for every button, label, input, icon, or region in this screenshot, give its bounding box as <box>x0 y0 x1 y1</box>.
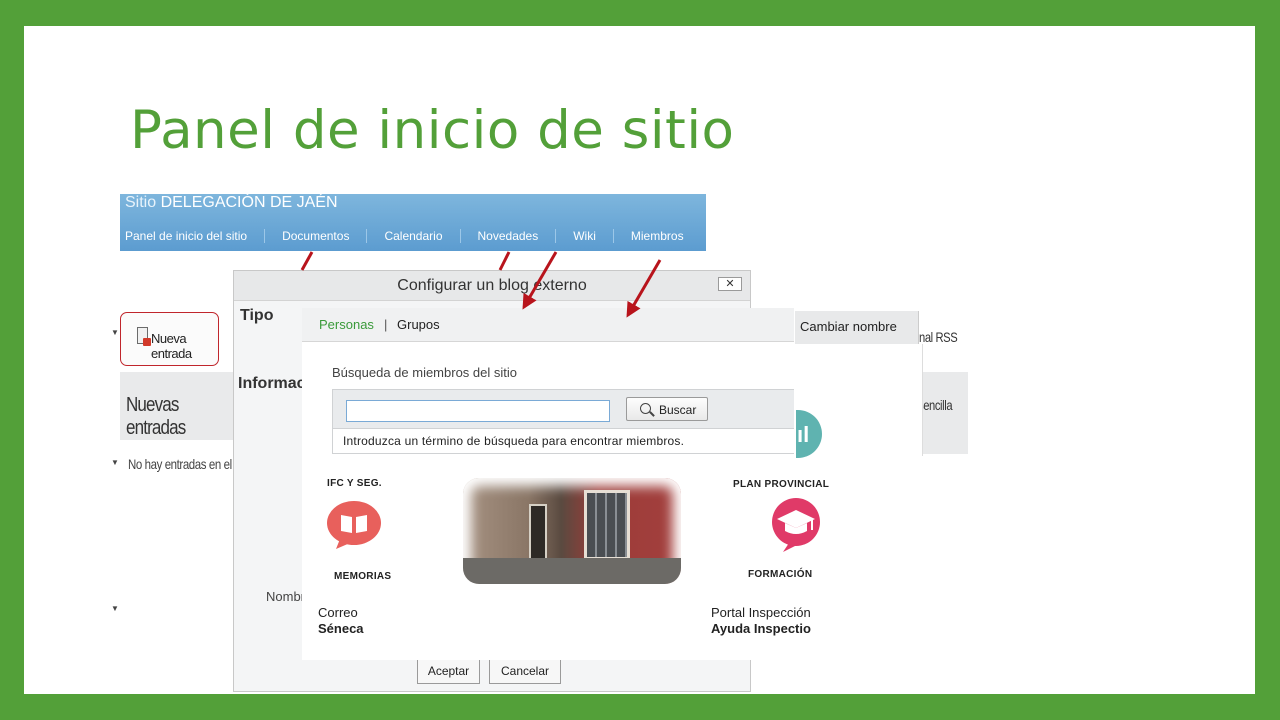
plan-provincial-label[interactable]: PLAN PROVINCIAL <box>733 479 829 490</box>
memorias-label[interactable]: MEMORIAS <box>334 571 391 582</box>
search-button[interactable]: Buscar <box>626 397 708 421</box>
members-tabs: Personas | Grupos <box>302 308 794 342</box>
nav-item-novedades[interactable]: Novedades <box>459 229 556 243</box>
tab-grupos[interactable]: Grupos <box>397 317 440 332</box>
site-name: Sitio DELEGACIÓN DE JAÉN <box>125 194 338 212</box>
search-hint: Introduzca un término de búsqueda para e… <box>332 429 794 454</box>
nav-item-calendario[interactable]: Calendario <box>366 229 459 243</box>
nav-item-panel[interactable]: Panel de inicio del sitio <box>120 229 264 243</box>
collapse-triangle-icon[interactable]: ▼ <box>111 458 119 467</box>
rss-label[interactable]: nal RSS <box>919 329 958 345</box>
blog-panel: Nueva entrada Nuevas entradas No hay ent… <box>120 310 255 620</box>
tipo-label: Tipo <box>240 307 274 324</box>
search-box: Buscar <box>332 389 794 429</box>
site-nav: Panel de inicio del sitio Documentos Cal… <box>120 226 701 246</box>
nav-item-wiki[interactable]: Wiki <box>555 229 613 243</box>
formacion-label[interactable]: FORMACIÓN <box>748 569 812 580</box>
photo-street <box>463 558 681 584</box>
new-entry-label: Nueva entrada <box>151 331 192 361</box>
arrow-icon <box>498 251 511 271</box>
right-gray-bar <box>918 372 968 454</box>
close-icon[interactable]: ✕ <box>718 277 742 291</box>
nombre-label: Nombr <box>266 589 306 604</box>
photo-window <box>584 490 630 560</box>
accept-button[interactable]: Aceptar <box>417 659 480 684</box>
slide-title: Panel de inicio de sitio <box>130 100 735 161</box>
search-input[interactable] <box>346 400 610 422</box>
cancel-button[interactable]: Cancelar <box>489 659 561 684</box>
photo-door <box>529 504 547 560</box>
collapse-triangle-icon[interactable]: ▼ <box>111 328 119 337</box>
nav-item-documentos[interactable]: Documentos <box>264 229 366 243</box>
section-header: Nuevas entradas <box>120 372 240 440</box>
tab-separator: | <box>384 317 388 332</box>
graduation-cap-icon[interactable] <box>769 497 824 552</box>
site-title: DELEGACIÓN DE JAÉN <box>160 194 338 211</box>
speech-bubble-icon[interactable] <box>326 499 381 549</box>
sencilla-label[interactable]: sencilla <box>918 397 953 413</box>
arrow-icon <box>300 251 314 271</box>
dialog-title: Configurar un blog externo <box>234 271 750 301</box>
seneca-link[interactable]: Séneca <box>318 621 364 636</box>
new-entry-button[interactable]: Nueva entrada <box>120 312 219 366</box>
search-heading: Búsqueda de miembros del sitio <box>332 365 517 380</box>
portal-inspeccion-link[interactable]: Portal Inspección <box>711 605 811 620</box>
building-photo <box>463 478 681 584</box>
tab-personas[interactable]: Personas <box>319 317 374 332</box>
search-button-label: Buscar <box>659 403 697 417</box>
teal-glyph: ıl <box>797 422 810 447</box>
correo-link[interactable]: Correo <box>318 605 358 620</box>
site-header: Sitio DELEGACIÓN DE JAÉN Panel de inicio… <box>120 194 706 251</box>
site-prefix: Sitio <box>125 194 157 211</box>
right-panel: nal RSS sencilla <box>918 311 968 613</box>
nav-item-miembros[interactable]: Miembros <box>612 229 701 243</box>
search-icon <box>640 403 651 414</box>
new-entry-icon <box>137 327 151 346</box>
collapse-triangle-icon[interactable]: ▼ <box>111 604 119 613</box>
rename-button[interactable]: Cambiar nombre <box>795 311 919 344</box>
informacion-label: Informac <box>238 375 306 392</box>
ayuda-inspeccion-link[interactable]: Ayuda Inspectio <box>711 621 811 636</box>
ifc-label[interactable]: IFC Y SEG. <box>327 478 382 489</box>
section-title: Nuevas entradas <box>126 394 186 439</box>
slide: Panel de inicio de sitio Sitio DELEGACIÓ… <box>24 26 1255 694</box>
